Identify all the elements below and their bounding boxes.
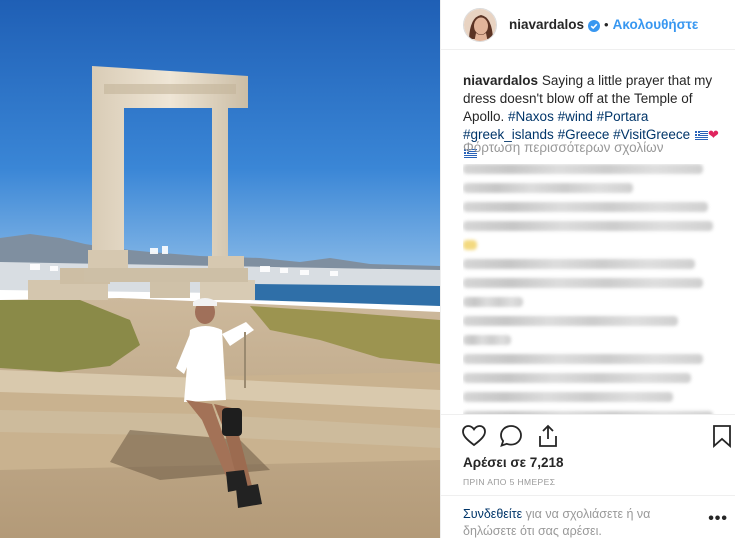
blurred-comment-line <box>463 354 703 364</box>
blurred-emoji <box>463 240 477 250</box>
blurred-comment-line <box>463 278 703 288</box>
blurred-comment-line <box>463 373 691 383</box>
login-footer: Συνδεθείτε για να σχολιάσετε ή να δηλώσε… <box>441 495 735 538</box>
comment-bubble-icon[interactable] <box>498 423 524 449</box>
blurred-comment-line <box>463 316 678 326</box>
blurred-comment-line <box>463 335 511 345</box>
header-separator: • <box>604 17 609 32</box>
bookmark-icon[interactable] <box>709 423 735 449</box>
blurred-comment-line <box>463 221 713 231</box>
blurred-comments <box>463 164 725 414</box>
load-more-comments-link[interactable]: Φόρτωση περισσότερων σχολίων <box>463 140 663 155</box>
blurred-comment-line <box>463 392 673 402</box>
caption-username[interactable]: niavardalos <box>463 73 538 88</box>
action-bar <box>441 414 735 454</box>
hashtag-portara[interactable]: #Portara <box>597 109 649 124</box>
likes-count[interactable]: Αρέσει σε 7,218 <box>463 455 564 470</box>
login-prompt: Συνδεθείτε για να σχολιάσετε ή να δηλώσε… <box>463 506 703 538</box>
post-timestamp: ΠΡΙΝ ΑΠΟ 5 ΗΜΕΡΕΣ <box>463 477 556 487</box>
blurred-comment-line <box>463 164 703 174</box>
blurred-comment-line <box>463 297 523 307</box>
blurred-comment-line <box>463 259 695 269</box>
post-side-panel: niavardalos • Ακολουθήστε niavardalos Sa… <box>440 0 735 538</box>
temple-of-apollo-photo <box>0 0 440 538</box>
post-photo[interactable] <box>0 0 440 538</box>
avatar[interactable] <box>463 7 497 42</box>
red-heart-icon: ❤ <box>707 127 719 142</box>
blurred-comment-line <box>463 183 633 193</box>
verified-badge-icon <box>588 19 601 32</box>
greek-flag-icon <box>694 130 708 140</box>
post-header: niavardalos • Ακολουθήστε <box>441 0 735 50</box>
login-link[interactable]: Συνδεθείτε <box>463 507 522 521</box>
blurred-comment-line <box>463 202 708 212</box>
header-username[interactable]: niavardalos <box>509 17 584 32</box>
more-options-icon[interactable]: ••• <box>708 510 728 528</box>
share-upload-icon[interactable] <box>535 423 561 449</box>
hashtag-wind[interactable]: #wind <box>558 109 593 124</box>
hashtag-naxos[interactable]: #Naxos <box>508 109 554 124</box>
follow-button[interactable]: Ακολουθήστε <box>613 17 699 32</box>
heart-outline-icon[interactable] <box>461 423 487 449</box>
